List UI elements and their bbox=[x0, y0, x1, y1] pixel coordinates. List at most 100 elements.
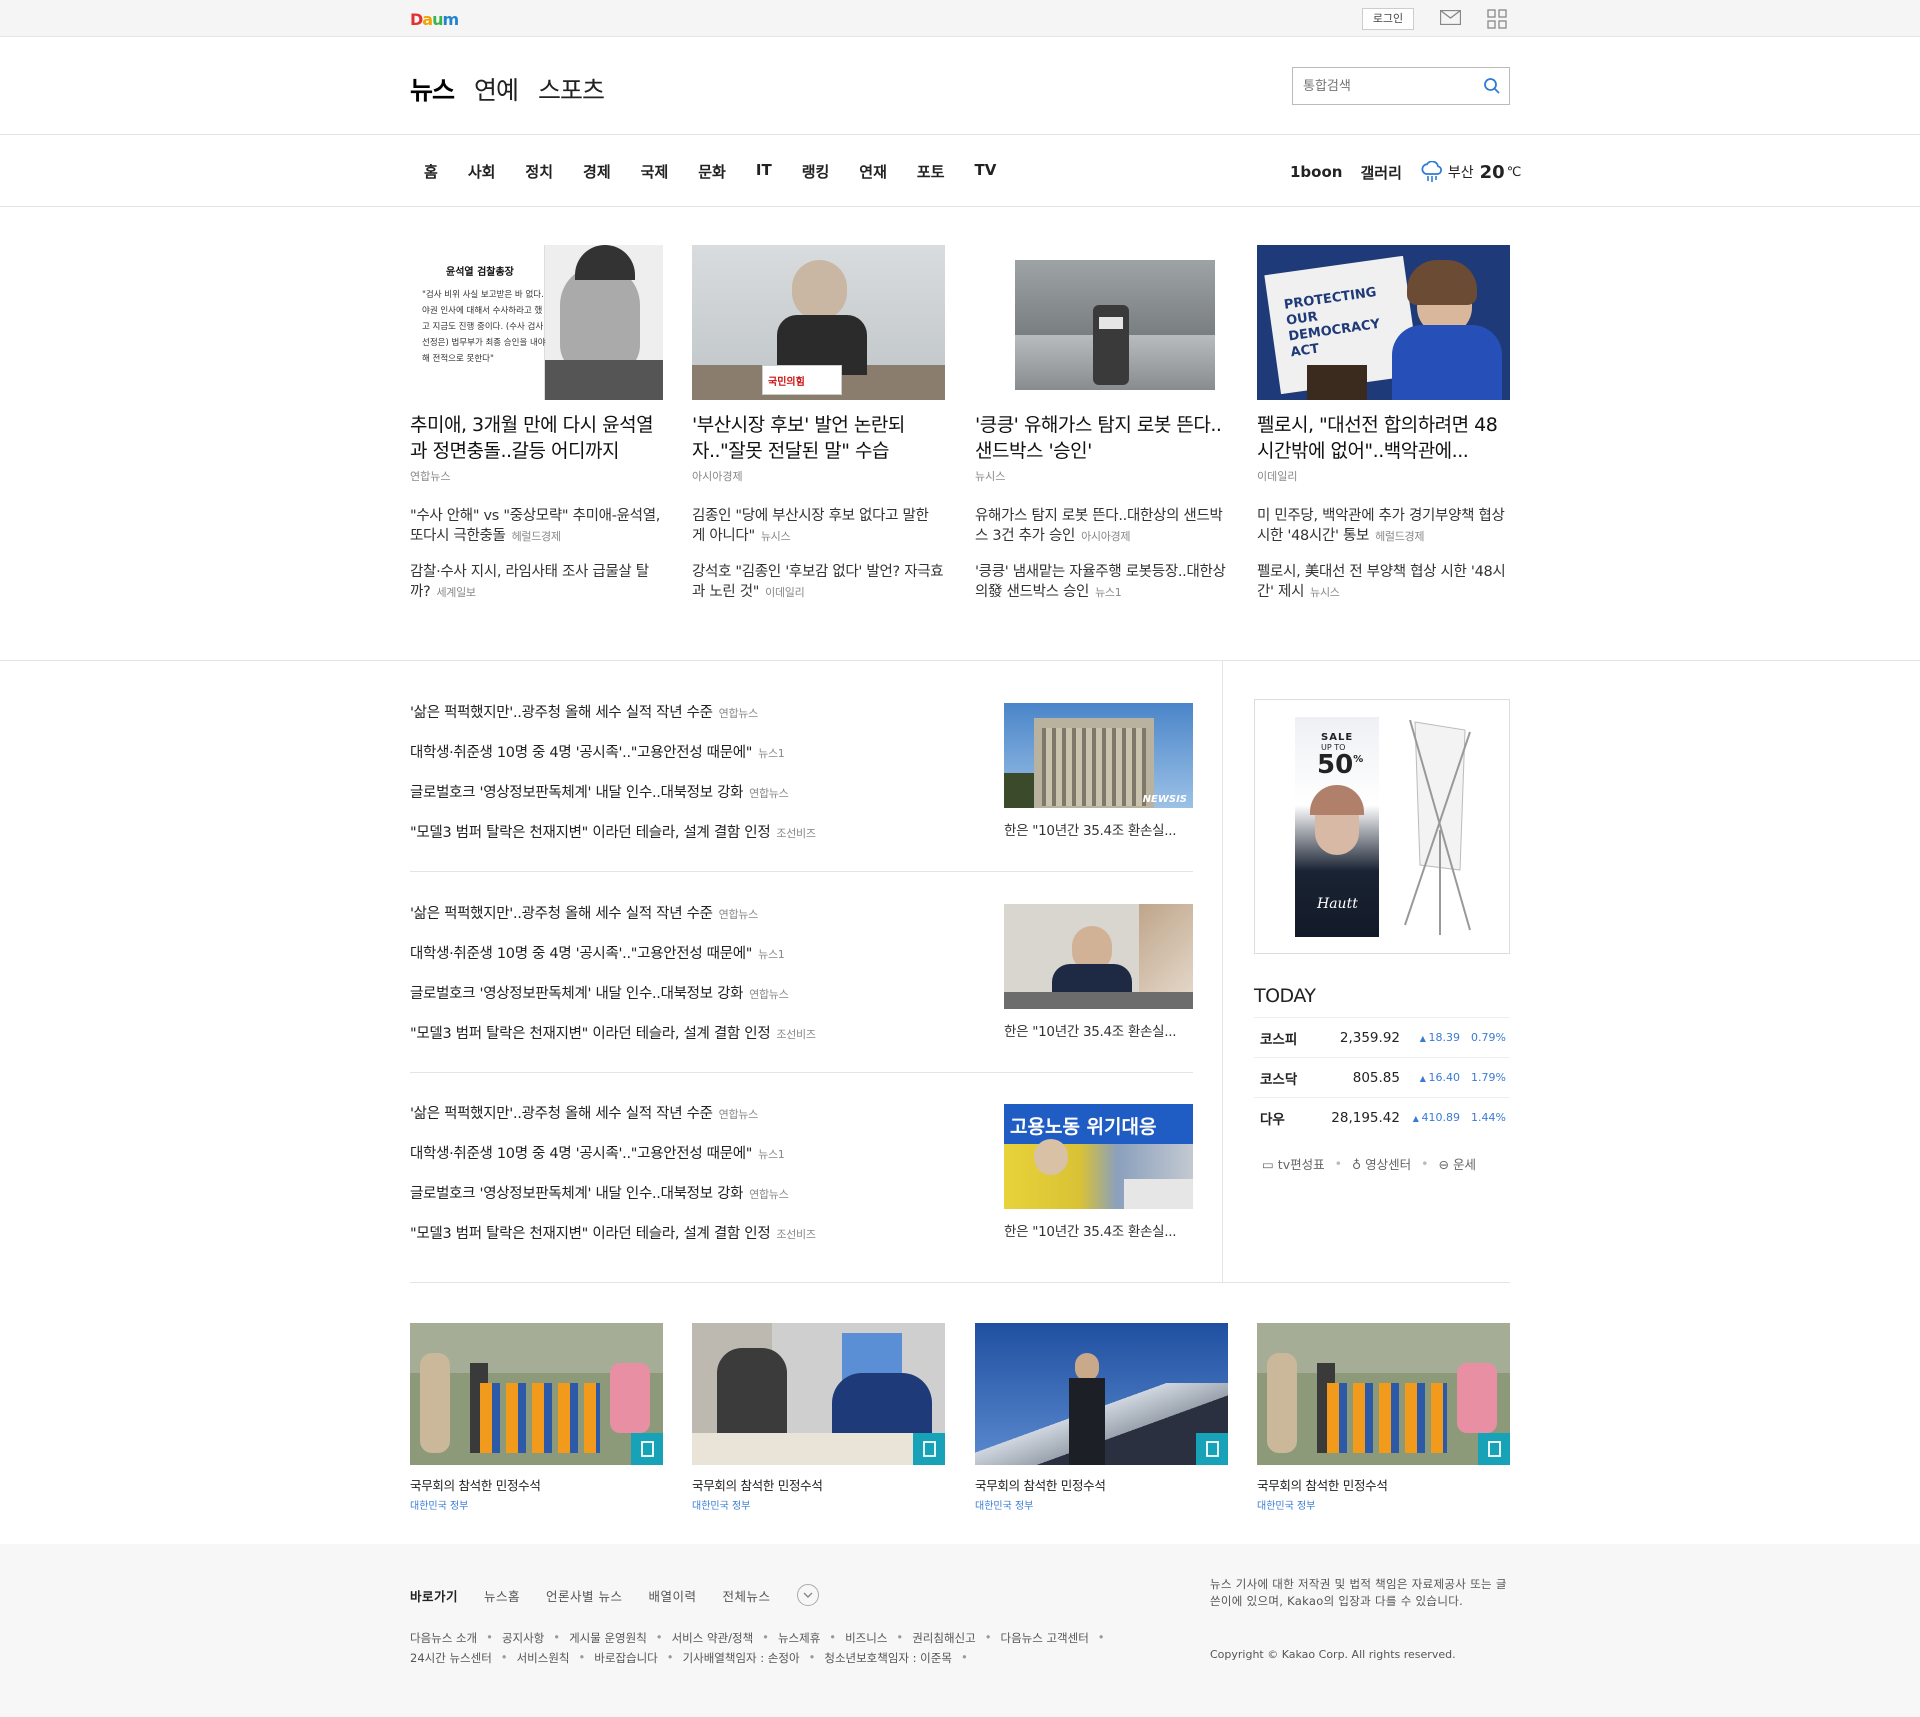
news-thumbnail[interactable] bbox=[1004, 904, 1193, 1009]
nav-item-economy[interactable]: 경제 bbox=[583, 161, 611, 182]
list-item-text[interactable]: 글로벌호크 '영상정보판독체계' 내달 인수..대북정보 강화 bbox=[410, 986, 743, 1002]
footer-link[interactable]: 바로잡습니다 bbox=[594, 1650, 657, 1666]
photo-title[interactable]: 국무회의 참석한 민정수석 bbox=[692, 1475, 945, 1494]
fortune-label[interactable]: 운세 bbox=[1453, 1157, 1476, 1172]
photo-image[interactable] bbox=[975, 1323, 1228, 1465]
list-item-text[interactable]: "모델3 범퍼 탈락은 천재지변" 이라던 테슬라, 설계 결함 인정 bbox=[410, 825, 771, 841]
related-article-text[interactable]: 김종인 "당에 부산시장 후보 없다고 말한 게 아니다" bbox=[692, 508, 929, 544]
footer-link[interactable]: 공지사항 bbox=[502, 1630, 544, 1646]
nav-item-photo[interactable]: 포토 bbox=[917, 161, 945, 182]
nav-item-it[interactable]: IT bbox=[756, 161, 772, 182]
search-input[interactable] bbox=[1293, 68, 1463, 104]
stock-row[interactable]: 다우 28,195.42 ▲ 410.89 1.44% bbox=[1254, 1097, 1510, 1137]
photo-title[interactable]: 국무회의 참석한 민정수석 bbox=[410, 1475, 663, 1494]
photo-title[interactable]: 국무회의 참석한 민정수석 bbox=[975, 1475, 1228, 1494]
related-article[interactable]: 펠로시, 美대선 전 부양책 협상 시한 '48시간' 제시 뉴시스 bbox=[1257, 562, 1510, 603]
list-item[interactable]: 대학생·취준생 10명 중 4명 '공시족'.."고용안전성 때문에" 뉴스1 bbox=[410, 944, 816, 984]
list-item[interactable]: 대학생·취준생 10명 중 4명 '공시족'.."고용안전성 때문에" 뉴스1 bbox=[410, 743, 816, 783]
footer-link[interactable]: 뉴스제휴 bbox=[778, 1630, 820, 1646]
related-article[interactable]: 강석호 "김종인 '후보감 없다' 발언? 자극효과 노린 것" 이데일리 bbox=[692, 562, 945, 603]
thumbnail-caption[interactable]: 한은 "10년간 35.4조 환손실... bbox=[1004, 1220, 1177, 1240]
footer-link[interactable]: 비즈니스 bbox=[845, 1630, 887, 1646]
list-item[interactable]: "모델3 범퍼 탈락은 천재지변" 이라던 테슬라, 설계 결함 인정 조선비즈 bbox=[410, 823, 816, 863]
fortune-link[interactable]: ⊖ 운세 bbox=[1439, 1154, 1476, 1173]
thumbnail-caption[interactable]: 한은 "10년간 35.4조 환손실... bbox=[1004, 1020, 1177, 1040]
nav-gallery[interactable]: 갤러리 bbox=[1360, 162, 1401, 183]
search-icon[interactable] bbox=[1483, 77, 1501, 95]
footer-news-home[interactable]: 뉴스홈 bbox=[484, 1586, 520, 1605]
login-button[interactable]: 로그인 bbox=[1362, 8, 1414, 30]
mail-icon[interactable] bbox=[1440, 10, 1461, 25]
weather-widget[interactable]: 부산 20 ℃ bbox=[1420, 161, 1521, 183]
related-article[interactable]: 유해가스 탐지 로봇 뜬다..대한상의 샌드박스 3건 추가 승인 아시아경제 bbox=[975, 506, 1228, 547]
list-item[interactable]: '삶은 퍽퍽했지만'..광주청 올해 세수 실적 작년 수준 연합뉴스 bbox=[410, 703, 816, 743]
footer-link[interactable]: 서비스 약관/정책 bbox=[672, 1630, 754, 1646]
headline-image[interactable]: 국민의힘 bbox=[692, 245, 945, 400]
related-article-text[interactable]: 강석호 "김종인 '후보감 없다' 발언? 자극효과 노린 것" bbox=[692, 564, 944, 600]
list-item-text[interactable]: '삶은 퍽퍽했지만'..광주청 올해 세수 실적 작년 수준 bbox=[410, 906, 713, 922]
nav-item-politics[interactable]: 정치 bbox=[525, 161, 553, 182]
related-article[interactable]: "수사 안해" vs "중상모략" 추미애-윤석열, 또다시 극한충돌 헤럴드경제 bbox=[410, 506, 663, 547]
nav-item-ranking[interactable]: 랭킹 bbox=[802, 161, 830, 182]
list-item-text[interactable]: 대학생·취준생 10명 중 4명 '공시족'.."고용안전성 때문에" bbox=[410, 946, 752, 962]
list-item[interactable]: 글로벌호크 '영상정보판독체계' 내달 인수..대북정보 강화 연합뉴스 bbox=[410, 783, 816, 823]
list-item[interactable]: "모델3 범퍼 탈락은 천재지변" 이라던 테슬라, 설계 결함 인정 조선비즈 bbox=[410, 1024, 816, 1064]
list-item-text[interactable]: "모델3 범퍼 탈락은 천재지변" 이라던 테슬라, 설계 결함 인정 bbox=[410, 1226, 771, 1242]
footer-arrangement-history[interactable]: 배열이력 bbox=[649, 1586, 697, 1605]
tab-entertainment[interactable]: 연예 bbox=[474, 71, 519, 107]
news-thumbnail[interactable]: 고용노동 위기대응 bbox=[1004, 1104, 1193, 1209]
list-item-text[interactable]: 글로벌호크 '영상정보판독체계' 내달 인수..대북정보 강화 bbox=[410, 785, 743, 801]
list-item-text[interactable]: '삶은 퍽퍽했지만'..광주청 올해 세수 실적 작년 수준 bbox=[410, 705, 713, 721]
related-article[interactable]: 김종인 "당에 부산시장 후보 없다고 말한 게 아니다" 뉴시스 bbox=[692, 506, 945, 547]
footer-link[interactable]: 게시물 운영원칙 bbox=[569, 1630, 647, 1646]
headline-card[interactable]: 국민의힘 '부산시장 후보' 발언 논란되자.."잘못 전달된 말" 수습 아시… bbox=[692, 245, 945, 603]
list-item-text[interactable]: '삶은 퍽퍽했지만'..광주청 올해 세수 실적 작년 수준 bbox=[410, 1106, 713, 1122]
nav-item-culture[interactable]: 문화 bbox=[698, 161, 726, 182]
related-article[interactable]: '킁킁' 냄새맡는 자율주행 로봇등장..대한상의發 샌드박스 승인 뉴스1 bbox=[975, 562, 1228, 603]
nav-item-series[interactable]: 연재 bbox=[859, 161, 887, 182]
related-article-text[interactable]: 펠로시, 美대선 전 부양책 협상 시한 '48시간' 제시 bbox=[1257, 564, 1506, 600]
headline-image[interactable]: PROTECTING OUR DEMOCRACY ACT bbox=[1257, 245, 1510, 400]
headline-card[interactable]: 윤석열 검찰총장 "검사 비위 사실 보고받은 바 없다. 야권 인사에 대해서… bbox=[410, 245, 663, 603]
footer-link[interactable]: 권리침해신고 bbox=[912, 1630, 975, 1646]
banner-ad[interactable]: SALE UP TO 50 % Hautt bbox=[1254, 699, 1510, 954]
list-item-text[interactable]: 대학생·취준생 10명 중 4명 '공시족'.."고용안전성 때문에" bbox=[410, 745, 752, 761]
stock-row[interactable]: 코스피 2,359.92 ▲ 18.39 0.79% bbox=[1254, 1017, 1510, 1057]
footer-link[interactable]: 다음뉴스 고객센터 bbox=[1001, 1630, 1089, 1646]
video-center-label[interactable]: 영상센터 bbox=[1365, 1157, 1411, 1172]
tab-sports[interactable]: 스포츠 bbox=[538, 71, 605, 107]
nav-item-home[interactable]: 홈 bbox=[424, 161, 438, 182]
list-item[interactable]: 대학생·취준생 10명 중 4명 '공시족'.."고용안전성 때문에" 뉴스1 bbox=[410, 1144, 816, 1184]
related-article[interactable]: 미 민주당, 백악관에 추가 경기부양책 협상시한 '48시간' 통보 헤럴드경제 bbox=[1257, 506, 1510, 547]
daum-logo[interactable]: Daum bbox=[410, 10, 459, 29]
headline-title[interactable]: 펠로시, "대선전 합의하려면 48시간밖에 없어"..백악관에... bbox=[1257, 412, 1510, 464]
photo-title[interactable]: 국무회의 참석한 민정수석 bbox=[1257, 1475, 1510, 1494]
thumbnail-caption[interactable]: 한은 "10년간 35.4조 환손실... bbox=[1004, 819, 1177, 839]
photo-image[interactable] bbox=[692, 1323, 945, 1465]
chevron-down-icon[interactable] bbox=[796, 1584, 819, 1606]
list-item-text[interactable]: 대학생·취준생 10명 중 4명 '공시족'.."고용안전성 때문에" bbox=[410, 1146, 752, 1162]
headline-title[interactable]: '부산시장 후보' 발언 논란되자.."잘못 전달된 말" 수습 bbox=[692, 412, 945, 464]
nav-1boon[interactable]: 1boon bbox=[1290, 163, 1342, 181]
photo-image[interactable] bbox=[1257, 1323, 1510, 1465]
nav-item-society[interactable]: 사회 bbox=[468, 161, 496, 182]
list-item-text[interactable]: 글로벌호크 '영상정보판독체계' 내달 인수..대북정보 강화 bbox=[410, 1186, 743, 1202]
list-item[interactable]: "모델3 범퍼 탈락은 천재지변" 이라던 테슬라, 설계 결함 인정 조선비즈 bbox=[410, 1224, 816, 1264]
headline-image[interactable]: 윤석열 검찰총장 "검사 비위 사실 보고받은 바 없다. 야권 인사에 대해서… bbox=[410, 245, 663, 400]
photo-card[interactable]: 국무회의 참석한 민정수석 대한민국 정부 bbox=[692, 1323, 945, 1512]
headline-card[interactable]: '킁킁' 유해가스 탐지 로봇 뜬다..샌드박스 '승인' 뉴시스 유해가스 탐… bbox=[975, 245, 1228, 603]
nav-item-world[interactable]: 국제 bbox=[641, 161, 669, 182]
headline-image[interactable] bbox=[975, 245, 1228, 400]
list-item[interactable]: '삶은 퍽퍽했지만'..광주청 올해 세수 실적 작년 수준 연합뉴스 bbox=[410, 904, 816, 944]
news-thumbnail[interactable]: NEWSIS bbox=[1004, 703, 1193, 808]
video-center-link[interactable]: ♁ 영상센터 bbox=[1352, 1154, 1411, 1173]
footer-all-news[interactable]: 전체뉴스 bbox=[723, 1586, 771, 1605]
nav-item-tv[interactable]: TV bbox=[975, 161, 997, 182]
footer-press-news[interactable]: 언론사별 뉴스 bbox=[546, 1586, 622, 1605]
tab-news[interactable]: 뉴스 bbox=[410, 71, 455, 107]
tv-schedule-link[interactable]: ▭ tv편성표 bbox=[1262, 1154, 1325, 1173]
list-item[interactable]: 글로벌호크 '영상정보판독체계' 내달 인수..대북정보 강화 연합뉴스 bbox=[410, 984, 816, 1024]
headline-title[interactable]: '킁킁' 유해가스 탐지 로봇 뜬다..샌드박스 '승인' bbox=[975, 412, 1228, 464]
photo-card[interactable]: 국무회의 참석한 민정수석 대한민국 정부 bbox=[975, 1323, 1228, 1512]
footer-link[interactable]: 다음뉴스 소개 bbox=[410, 1630, 477, 1646]
